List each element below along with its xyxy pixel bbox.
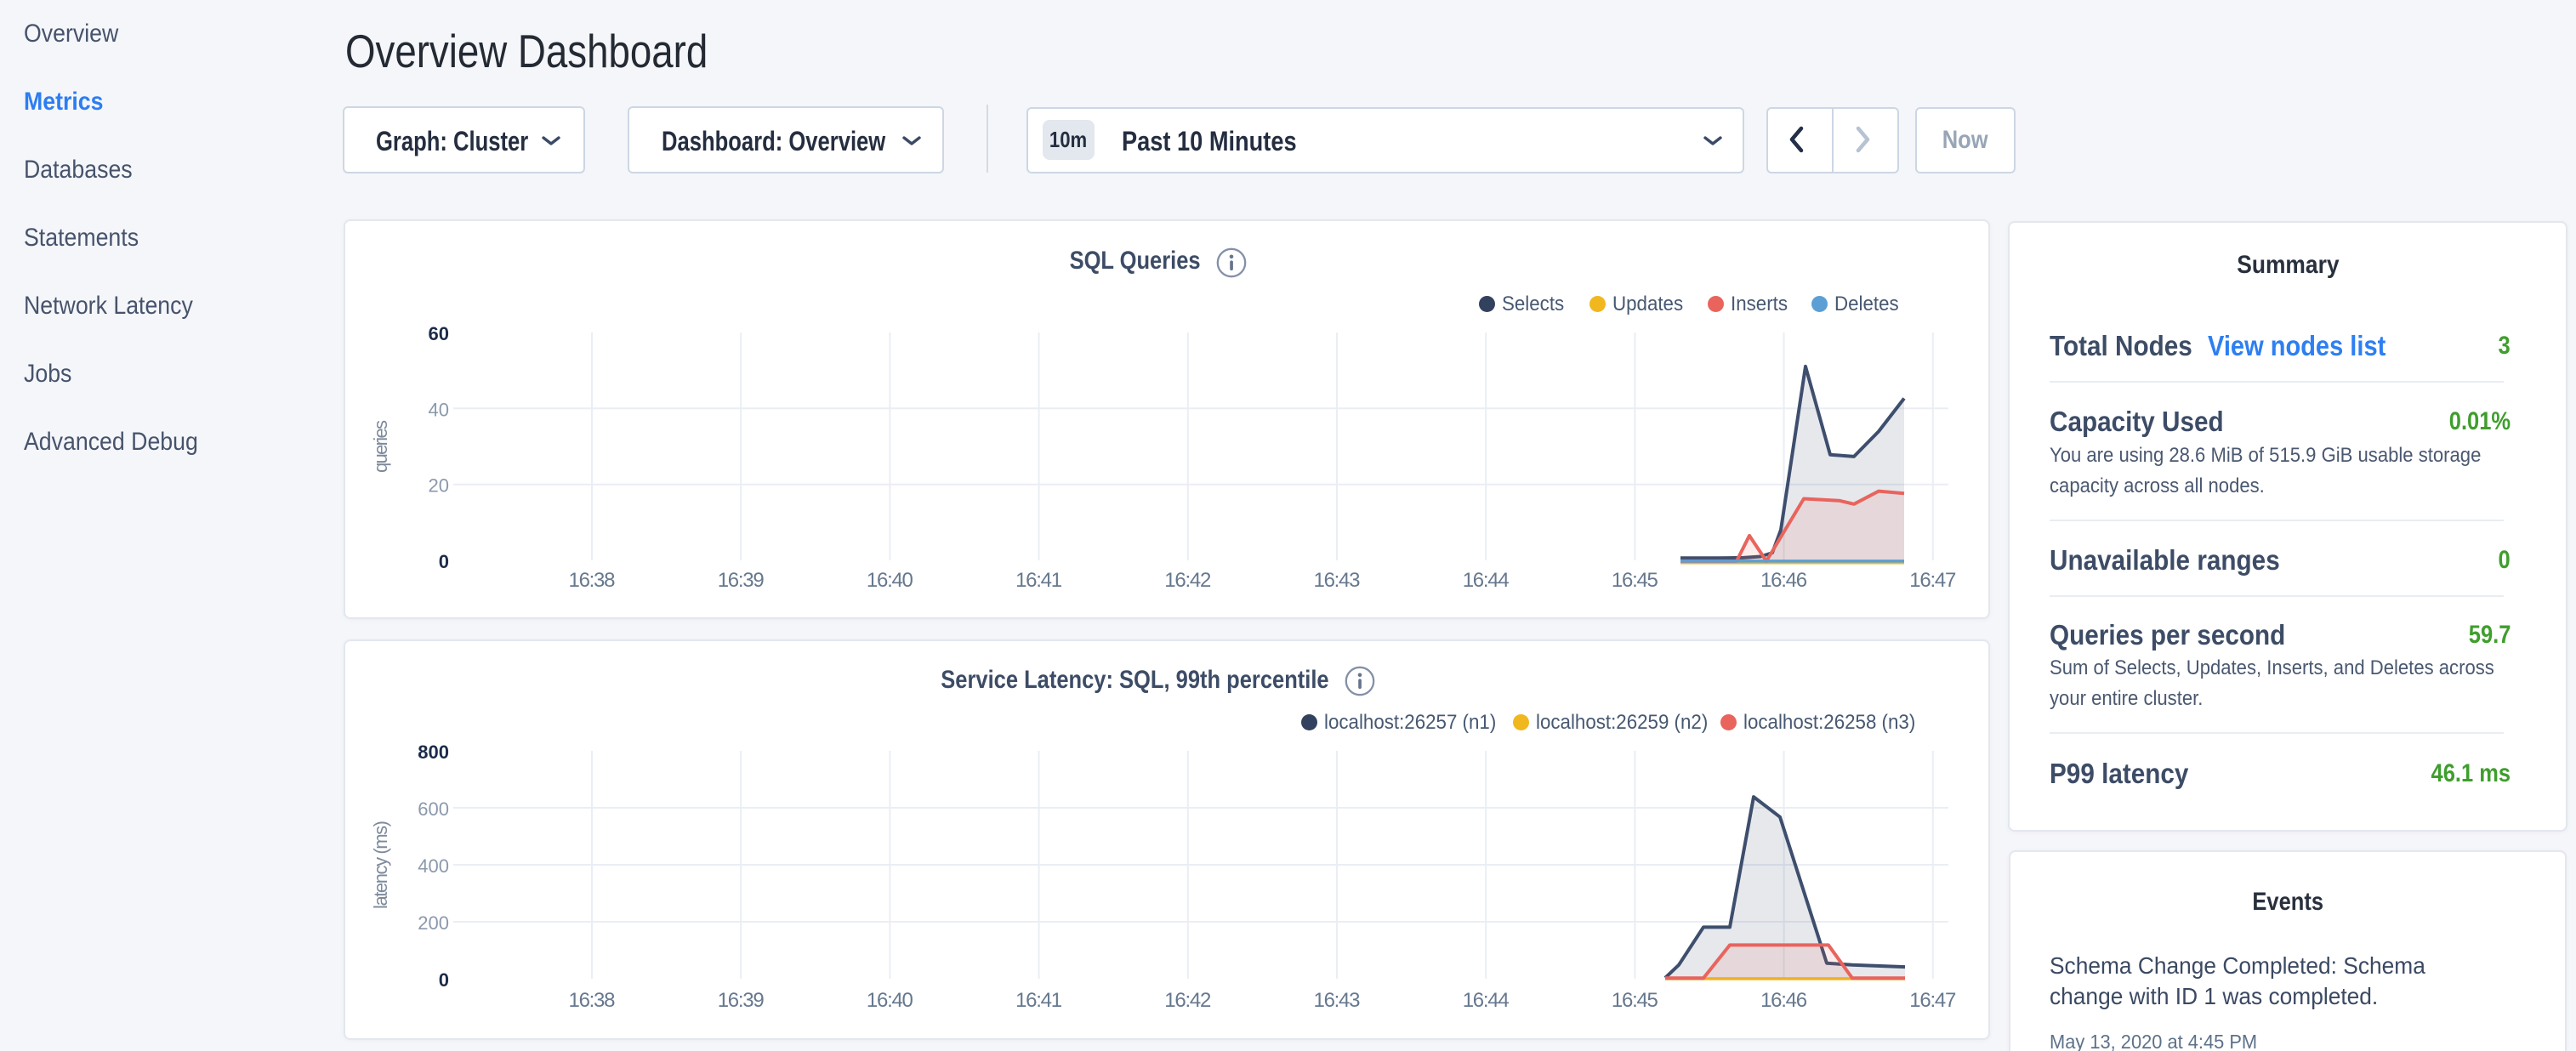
svg-text:40: 40 [429, 399, 449, 420]
svg-text:200: 200 [418, 912, 449, 934]
svg-text:16:38: 16:38 [569, 989, 616, 1012]
svg-text:latency (ms): latency (ms) [370, 821, 391, 909]
svg-text:20: 20 [429, 475, 449, 497]
svg-text:16:39: 16:39 [718, 989, 765, 1012]
svg-text:16:38: 16:38 [569, 569, 616, 592]
svg-text:16:44: 16:44 [1463, 569, 1510, 592]
svg-text:16:46: 16:46 [1760, 989, 1807, 1012]
svg-text:0: 0 [439, 969, 449, 991]
svg-text:16:45: 16:45 [1612, 989, 1658, 1012]
svg-text:16:40: 16:40 [867, 989, 913, 1012]
svg-text:16:40: 16:40 [867, 569, 913, 592]
svg-text:16:47: 16:47 [1909, 569, 1956, 592]
svg-text:16:42: 16:42 [1164, 989, 1211, 1012]
svg-text:16:44: 16:44 [1463, 989, 1510, 1012]
svg-text:16:42: 16:42 [1164, 569, 1211, 592]
svg-text:600: 600 [418, 798, 449, 820]
svg-text:16:39: 16:39 [718, 569, 765, 592]
svg-text:60: 60 [429, 323, 449, 344]
svg-text:16:47: 16:47 [1909, 989, 1956, 1012]
svg-text:16:43: 16:43 [1314, 989, 1361, 1012]
svg-text:16:41: 16:41 [1015, 569, 1062, 592]
svg-text:16:43: 16:43 [1314, 569, 1361, 592]
svg-text:16:41: 16:41 [1015, 989, 1062, 1012]
svg-text:16:46: 16:46 [1760, 569, 1807, 592]
svg-text:400: 400 [418, 855, 449, 877]
svg-text:queries: queries [370, 420, 391, 473]
svg-text:0: 0 [439, 551, 449, 572]
svg-text:800: 800 [418, 741, 449, 763]
svg-text:16:45: 16:45 [1612, 569, 1658, 592]
